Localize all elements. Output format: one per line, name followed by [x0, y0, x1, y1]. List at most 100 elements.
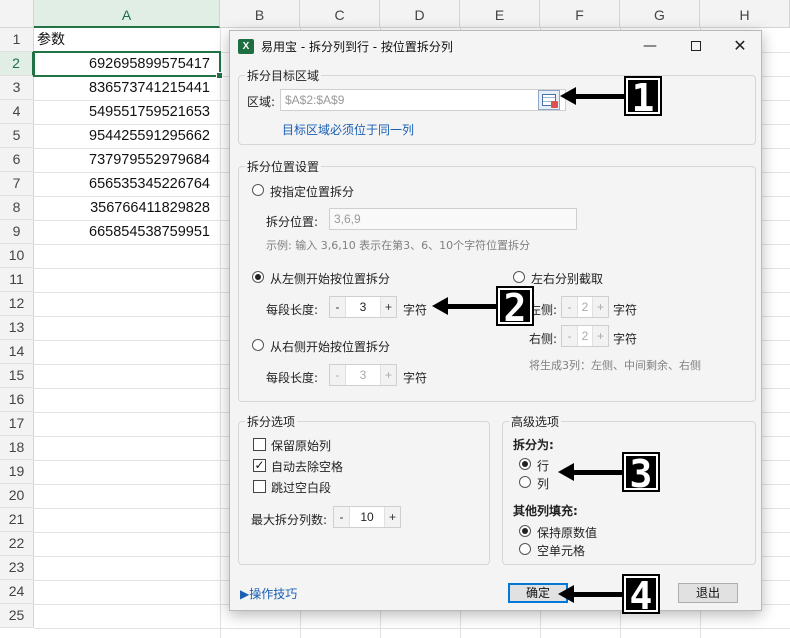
cell-a9[interactable]: 665854538759951 [34, 220, 220, 244]
column-header-f[interactable]: F [540, 0, 620, 28]
split-options-group: 拆分选项 保留原始列 ✓ 自动去除空格 跳过空白段 最大拆分列数: - 10 + [238, 413, 490, 565]
row-header[interactable]: 18 [0, 436, 34, 460]
split-to-col-radio[interactable] [519, 476, 531, 488]
right-side-label: 右侧: [529, 332, 558, 346]
cell-a5[interactable]: 954425591295662 [34, 124, 220, 148]
row-header[interactable]: 7 [0, 172, 34, 196]
maximize-button[interactable] [673, 31, 719, 61]
row-header[interactable]: 5 [0, 124, 34, 148]
split-options-legend: 拆分选项 [245, 413, 298, 430]
decrement-button[interactable]: - [334, 507, 350, 527]
cell-a8[interactable]: 356766411829828 [34, 196, 220, 220]
range-input[interactable]: $A$2:$A$9 [280, 89, 566, 111]
row-header[interactable]: 4 [0, 100, 34, 124]
column-header-h[interactable]: H [700, 0, 790, 28]
row-header[interactable]: 13 [0, 316, 34, 340]
row-header[interactable]: 24 [0, 580, 34, 604]
max-cols-stepper[interactable]: - 10 + [333, 506, 401, 528]
increment-button[interactable]: + [380, 297, 396, 317]
cell-a3[interactable]: 836573741215441 [34, 76, 220, 100]
advanced-options-legend: 高级选项 [509, 413, 562, 430]
row-header[interactable]: 16 [0, 388, 34, 412]
close-button[interactable]: ✕ [717, 31, 763, 61]
tips-link[interactable]: ▶操作技巧 [240, 585, 297, 602]
row-header[interactable]: 3 [0, 76, 34, 100]
both-sides-note: 将生成3列：左侧、中间剩余、右侧 [529, 359, 701, 372]
range-picker-button[interactable] [538, 90, 560, 110]
minimize-button[interactable]: — [627, 31, 673, 61]
column-header-c[interactable]: C [300, 0, 380, 28]
decrement-button[interactable]: - [330, 297, 346, 317]
exit-button[interactable]: 退出 [678, 583, 738, 603]
column-header-b[interactable]: B [220, 0, 300, 28]
callout-badge: 1 [624, 76, 662, 117]
row-header[interactable]: 2 [0, 52, 34, 76]
left-seg-length-value: 3 [359, 300, 367, 314]
keep-original-checkbox[interactable] [253, 438, 266, 451]
row-header[interactable]: 15 [0, 364, 34, 388]
target-area-group: 拆分目标区域 区域: $A$2:$A$9 目标区域必须位于同一列 [238, 67, 756, 145]
split-to-row-label: 行 [537, 459, 550, 473]
callout-1: 1 [560, 76, 664, 117]
left-seg-length-stepper[interactable]: - 3 + [329, 296, 397, 318]
column-header-e[interactable]: E [460, 0, 540, 28]
column-header-g[interactable]: G [620, 0, 700, 28]
select-all-corner[interactable] [0, 0, 34, 28]
dialog-titlebar[interactable]: X 易用宝 - 拆分列到行 - 按位置拆分列 — ✕ [230, 31, 761, 61]
row-header[interactable]: 22 [0, 532, 34, 556]
by-position-radio[interactable] [252, 184, 264, 196]
row-header[interactable]: 9 [0, 220, 34, 244]
split-to-col-label: 列 [537, 477, 550, 491]
column-header-a[interactable]: A [34, 0, 220, 28]
row-header[interactable]: 19 [0, 460, 34, 484]
row-header[interactable]: 12 [0, 292, 34, 316]
right-seg-length-stepper[interactable]: - 3 + [329, 364, 397, 386]
empty-cell-radio[interactable] [519, 543, 531, 555]
increment-button[interactable]: + [592, 326, 608, 346]
both-sides-radio[interactable] [513, 271, 525, 283]
keep-original-label: 保留原始列 [271, 439, 332, 453]
right-side-value: 2 [581, 329, 589, 343]
excel-app-icon: X [238, 39, 254, 54]
decrement-button[interactable]: - [562, 297, 578, 317]
from-left-radio[interactable] [252, 271, 264, 283]
increment-button[interactable]: + [380, 365, 396, 385]
from-right-radio[interactable] [252, 339, 264, 351]
decrement-button[interactable]: - [330, 365, 346, 385]
cell-a6[interactable]: 737979552979684 [34, 148, 220, 172]
row-header[interactable]: 14 [0, 340, 34, 364]
callout-4: 4 [558, 574, 662, 615]
split-to-row-radio[interactable] [519, 458, 531, 470]
cell-a7[interactable]: 656535345226764 [34, 172, 220, 196]
keep-value-radio[interactable] [519, 525, 531, 537]
skip-blank-checkbox[interactable] [253, 480, 266, 493]
position-settings-group: 拆分位置设置 按指定位置拆分 拆分位置: 3,6,9 示例: 输入 3,6,10… [238, 158, 756, 402]
decrement-button[interactable]: - [562, 326, 578, 346]
callout-arrow-shaft [572, 592, 626, 597]
row-header[interactable]: 11 [0, 268, 34, 292]
cell-a1-header[interactable]: 参数 [34, 28, 220, 52]
increment-button[interactable]: + [384, 507, 400, 527]
max-cols-label: 最大拆分列数: [251, 513, 328, 527]
row-header[interactable]: 20 [0, 484, 34, 508]
column-header-d[interactable]: D [380, 0, 460, 28]
right-side-stepper[interactable]: - 2 + [561, 325, 609, 347]
row-header[interactable]: 23 [0, 556, 34, 580]
increment-button[interactable]: + [592, 297, 608, 317]
row-header[interactable]: 6 [0, 148, 34, 172]
row-header[interactable]: 21 [0, 508, 34, 532]
split-positions-input[interactable]: 3,6,9 [329, 208, 577, 230]
position-settings-legend: 拆分位置设置 [245, 158, 322, 175]
row-header[interactable]: 17 [0, 412, 34, 436]
auto-trim-checkbox[interactable]: ✓ [253, 459, 266, 472]
cell-a4[interactable]: 549551759521653 [34, 100, 220, 124]
both-sides-label: 左右分别截取 [531, 272, 604, 286]
left-seg-length-label: 每段长度: [266, 303, 319, 317]
row-header[interactable]: 8 [0, 196, 34, 220]
row-header[interactable]: 10 [0, 244, 34, 268]
left-side-stepper[interactable]: - 2 + [561, 296, 609, 318]
grid-line [34, 628, 790, 629]
callout-2: 2 [432, 286, 536, 327]
row-header[interactable]: 25 [0, 604, 34, 628]
row-header[interactable]: 1 [0, 28, 34, 52]
